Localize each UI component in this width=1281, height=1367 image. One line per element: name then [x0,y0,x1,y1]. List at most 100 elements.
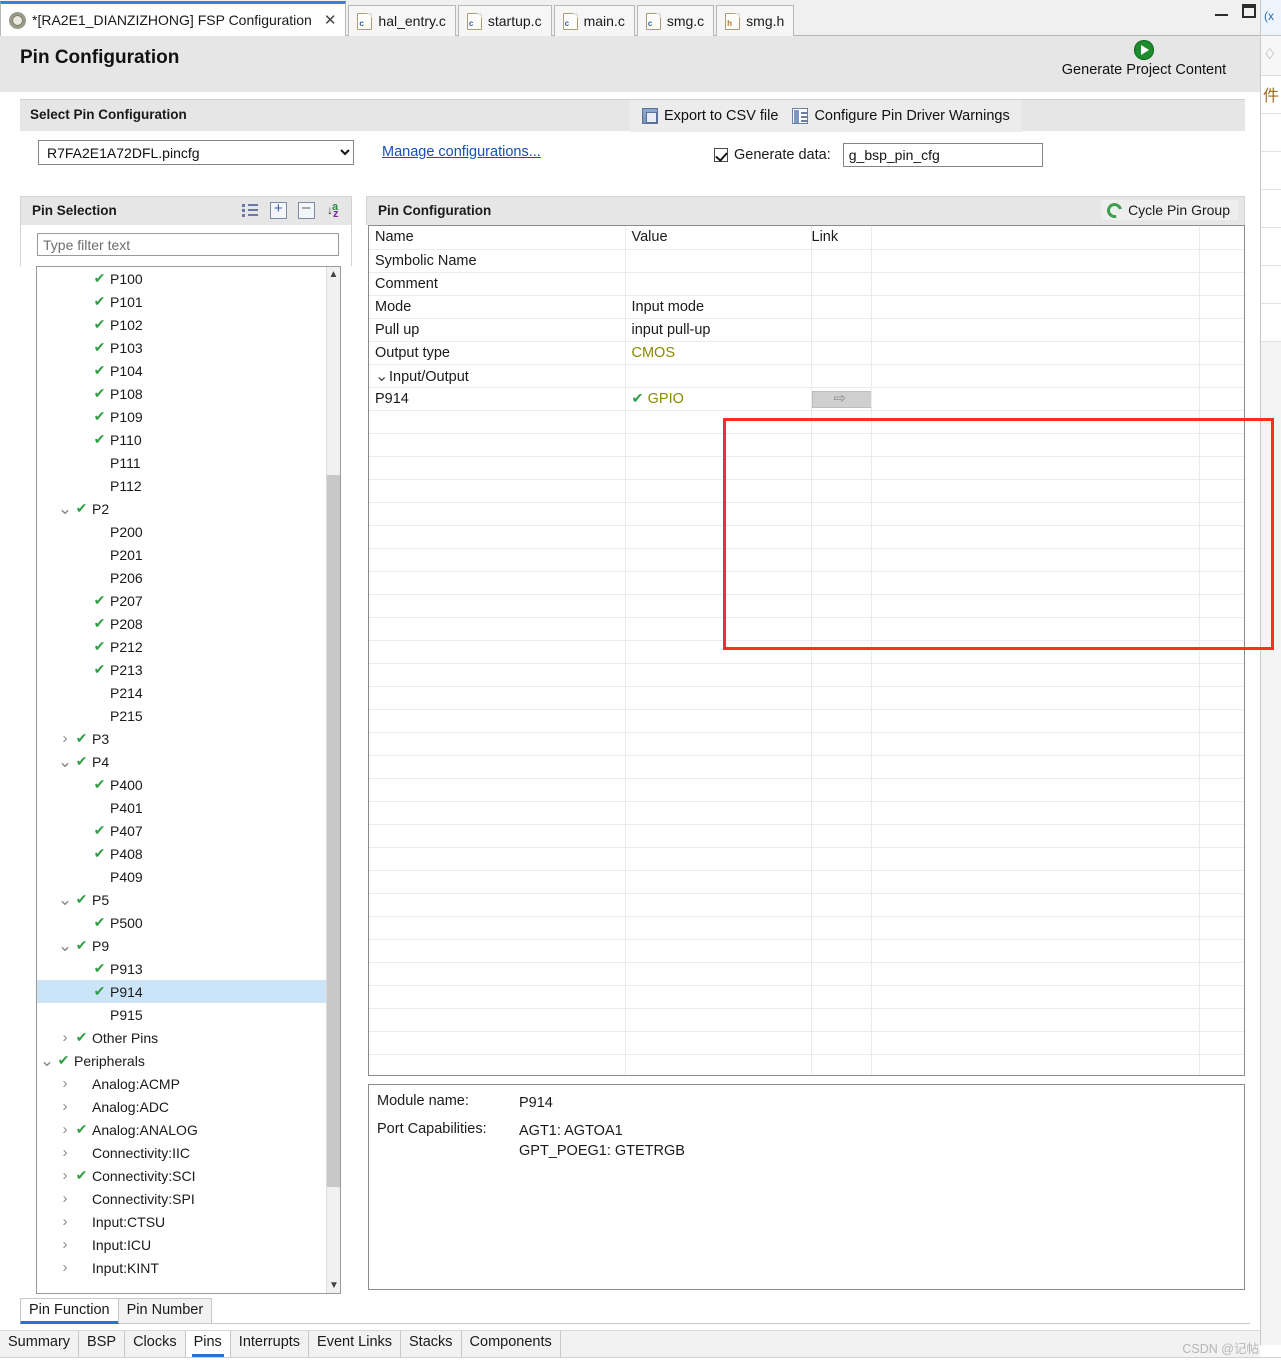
table-row-empty[interactable] [369,778,1244,802]
table-row-empty[interactable] [369,686,1244,710]
table-row[interactable]: Symbolic Name [369,249,1244,273]
chevron-right-icon[interactable]: › [57,1190,73,1207]
right-panel-tab[interactable]: (x [1261,0,1281,36]
editor-tab-2[interactable]: c startup.c [457,5,552,36]
chevron-down-icon[interactable]: ⌄ [39,1052,55,1069]
table-row-empty[interactable] [369,709,1244,733]
table-row-empty[interactable] [369,962,1244,986]
table-row-empty[interactable] [369,525,1244,549]
collapse-all-icon[interactable] [298,199,315,219]
pin-tree-item-p4[interactable]: ⌄ ✔ P4 [37,750,326,773]
chevron-right-icon[interactable]: › [57,1098,73,1115]
pin-tree-item-p108[interactable]: ✔ P108 [37,382,326,405]
pin-tree-item-analog-adc[interactable]: › Analog:ADC [37,1095,326,1118]
table-row[interactable]: Comment [369,272,1244,296]
close-icon[interactable]: ✕ [324,13,337,28]
manage-configurations-link[interactable]: Manage configurations... [382,144,541,160]
tab-interrupts[interactable]: Interrupts [230,1331,310,1357]
table-row-empty[interactable] [369,571,1244,595]
table-row-empty[interactable] [369,916,1244,940]
table-row-empty[interactable] [369,617,1244,641]
pin-tree-item-p101[interactable]: ✔ P101 [37,290,326,313]
restore-icon[interactable] [1242,4,1256,18]
pin-tree-item-p104[interactable]: ✔ P104 [37,359,326,382]
pin-tree-item-connectivity-iic[interactable]: › Connectivity:IIC [37,1141,326,1164]
tab-pin-function[interactable]: Pin Function [20,1298,119,1324]
minimize-icon[interactable] [1215,7,1228,16]
table-row-empty[interactable] [369,1031,1244,1055]
pin-tree-item-p915[interactable]: P915 [37,1003,326,1026]
table-row-empty[interactable] [369,1008,1244,1032]
export-to-csv-button[interactable]: Export to CSV file [642,108,778,124]
pin-tree-item-p409[interactable]: P409 [37,865,326,888]
pin-tree-item-p401[interactable]: P401 [37,796,326,819]
list-icon[interactable] [242,202,259,219]
pincfg-file-select[interactable]: R7FA2E1A72DFL.pincfg [38,140,354,165]
expand-all-icon[interactable] [270,200,287,219]
pin-tree-item-p112[interactable]: P112 [37,474,326,497]
table-row-empty[interactable] [369,456,1244,480]
table-row-empty[interactable] [369,433,1244,457]
table-row-empty[interactable] [369,847,1244,871]
table-row[interactable]: Pull up input pull-up [369,318,1244,342]
pin-tree-item-p102[interactable]: ✔ P102 [37,313,326,336]
pin-tree-item-analog-analog[interactable]: › ✔ Analog:ANALOG [37,1118,326,1141]
pin-tree-item-p111[interactable]: P111 [37,451,326,474]
table-row-empty[interactable] [369,410,1244,434]
pin-tree-item-other-pins[interactable]: › ✔ Other Pins [37,1026,326,1049]
pin-tree-item-p914[interactable]: ✔ P914 [37,980,326,1003]
table-row-empty[interactable] [369,479,1244,503]
chevron-down-icon[interactable]: ⌄ [375,366,389,386]
generate-data-input[interactable] [842,143,1043,167]
tab-components[interactable]: Components [461,1331,561,1357]
table-row-empty[interactable] [369,755,1244,779]
editor-tab-3[interactable]: c main.c [553,5,635,36]
chevron-right-icon[interactable]: › [57,1236,73,1253]
table-row-empty[interactable] [369,801,1244,825]
table-row-empty[interactable] [369,732,1244,756]
property-value[interactable]: Input mode [625,295,812,319]
pin-tree-item-p100[interactable]: ✔ P100 [37,267,326,290]
pin-tree-item-p214[interactable]: P214 [37,681,326,704]
pin-tree-item-p207[interactable]: ✔ P207 [37,589,326,612]
pin-tree-item-p2[interactable]: ⌄ ✔ P2 [37,497,326,520]
chevron-right-icon[interactable]: › [57,1259,73,1276]
generate-project-content-button[interactable]: Generate Project Content [1044,40,1244,78]
table-row-empty[interactable] [369,893,1244,917]
chevron-down-icon[interactable]: ⌄ [57,937,73,954]
pin-tree-item-p5[interactable]: ⌄ ✔ P5 [37,888,326,911]
table-row[interactable]: P914 ✔ GPIO [369,387,1244,411]
tab-event-links[interactable]: Event Links [309,1331,402,1357]
table-row-empty[interactable] [369,985,1244,1009]
property-value[interactable] [625,249,812,273]
sort-az-icon[interactable]: ↓ a z [326,201,343,220]
pin-tree-item-input-ctsu[interactable]: › Input:CTSU [37,1210,326,1233]
table-row-empty[interactable] [369,939,1244,963]
table-row-empty[interactable] [369,663,1244,687]
pin-tree-item-connectivity-spi[interactable]: › Connectivity:SPI [37,1187,326,1210]
chevron-down-icon[interactable]: ⌄ [57,753,73,770]
configure-pin-driver-warnings-button[interactable]: Configure Pin Driver Warnings [792,108,1010,124]
pin-tree-item-p212[interactable]: ✔ P212 [37,635,326,658]
pin-tree-item-p103[interactable]: ✔ P103 [37,336,326,359]
pin-tree-item-peripherals[interactable]: ⌄ ✔ Peripherals [37,1049,326,1072]
pin-tree-scrollbar[interactable]: ▲ ▼ [326,267,340,1293]
chevron-down-icon[interactable]: ⌄ [57,500,73,517]
chevron-right-icon[interactable]: › [57,1121,73,1138]
scrollbar-thumb[interactable] [327,475,340,1187]
pin-tree-item-p3[interactable]: › ✔ P3 [37,727,326,750]
editor-tab-5[interactable]: h smg.h [716,5,795,36]
pin-tree-item-p407[interactable]: ✔ P407 [37,819,326,842]
pin-tree-item-p400[interactable]: ✔ P400 [37,773,326,796]
pin-tree-item-connectivity-sci[interactable]: › ✔ Connectivity:SCI [37,1164,326,1187]
table-row-empty[interactable] [369,502,1244,526]
pin-tree-item-input-icu[interactable]: › Input:ICU [37,1233,326,1256]
chevron-right-icon[interactable]: › [57,730,73,747]
tab-summary[interactable]: Summary [0,1331,80,1357]
chevron-right-icon[interactable]: › [57,1075,73,1092]
chevron-right-icon[interactable]: › [57,1167,73,1184]
pin-tree-item-p110[interactable]: ✔ P110 [37,428,326,451]
table-row[interactable]: Mode Input mode [369,295,1244,319]
tab-clocks[interactable]: Clocks [125,1331,186,1357]
pin-tree-item-p213[interactable]: ✔ P213 [37,658,326,681]
